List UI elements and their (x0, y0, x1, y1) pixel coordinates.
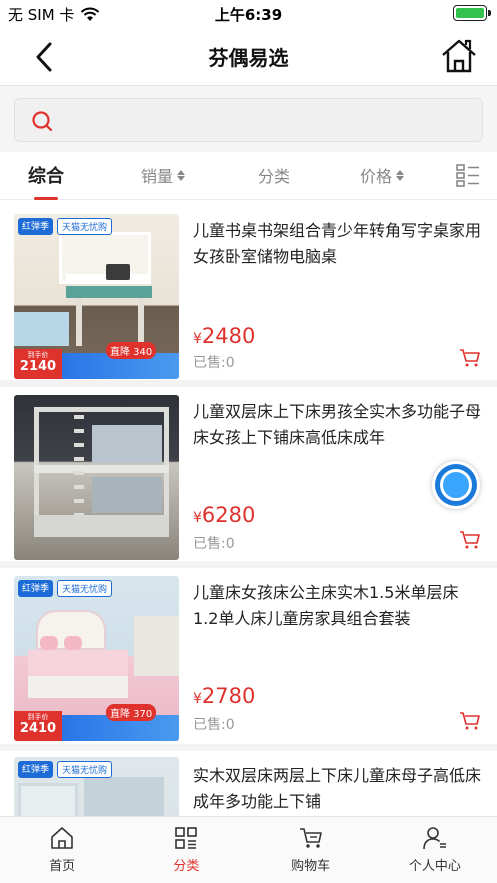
service-badge: 天猫无忧购 (57, 580, 113, 597)
sort-arrows-icon (396, 169, 405, 181)
sold-count: 已售:0 (193, 717, 235, 733)
sold-count: 已售:0 (193, 536, 235, 552)
product-image[interactable]: 红弹季 天猫无忧购 直降 370 到手价 2410 (14, 576, 179, 741)
product-title[interactable]: 实木双层床两层上下床儿童床母子高低床成年多功能上下铺 (193, 763, 483, 815)
category-icon (175, 827, 198, 849)
tabbar-item-home[interactable]: 首页 (0, 817, 124, 883)
sort-arrows-icon (177, 169, 186, 181)
nav-bar: 芬偶易选 (0, 28, 497, 86)
product-image[interactable] (14, 395, 179, 560)
add-to-cart-icon[interactable] (459, 348, 481, 368)
tabbar-label: 分类 (173, 859, 200, 874)
add-to-cart-icon[interactable] (459, 711, 481, 731)
house-icon (442, 39, 476, 73)
tabbar-item-category[interactable]: 分类 (124, 817, 248, 883)
product-card[interactable]: 红弹季 天猫无忧购 直降 370 到手价 2410 儿童床女孩床公主床实木1.5… (0, 568, 497, 751)
tabbar-label: 购物车 (291, 859, 331, 874)
circle-icon (440, 469, 472, 501)
search-icon (32, 111, 53, 132)
product-title[interactable]: 儿童书桌书架组合青少年转角写字桌家用女孩卧室储物电脑桌 (193, 218, 483, 270)
search-box[interactable] (14, 98, 483, 142)
promo-price-badge: 到手价 2410 (14, 711, 62, 741)
product-image[interactable]: 红弹季 天猫无忧购 (14, 757, 179, 816)
search-bar (0, 86, 497, 152)
profile-icon (423, 827, 446, 850)
tabbar-item-cart[interactable]: 购物车 (249, 817, 373, 883)
product-card[interactable]: 儿童双层床上下床男孩全实木多功能子母床女孩上下铺床高低床成年 ¥6280 已售:… (0, 387, 497, 568)
tabbar-label: 首页 (49, 859, 76, 874)
status-bar: 无 SIM 卡 上午6:39 (0, 0, 497, 28)
promo-price-badge: 到手价 2140 (14, 349, 62, 379)
product-price: ¥6280 (193, 503, 256, 527)
chevron-left-icon (36, 42, 52, 72)
bottom-tab-bar: 首页 分类 购物车 个人中心 (0, 816, 497, 883)
product-price: ¥2480 (193, 324, 256, 348)
product-card[interactable]: 红弹季 天猫无忧购 实木双层床两层上下床儿童床母子高低床成年多功能上下铺 (0, 751, 497, 816)
sold-count: 已售:0 (193, 355, 235, 371)
tab-label: 综合 (28, 166, 64, 187)
tabbar-item-profile[interactable]: 个人中心 (373, 817, 497, 883)
tabbar-label: 个人中心 (408, 859, 461, 874)
promo-badge: 红弹季 (18, 218, 54, 235)
tab-label: 销量 (141, 167, 174, 186)
tab-label: 分类 (258, 167, 291, 186)
tab-label: 价格 (360, 167, 393, 186)
back-button[interactable] (30, 40, 70, 74)
floating-assistive-button[interactable] (432, 461, 480, 509)
product-title[interactable]: 儿童双层床上下床男孩全实木多功能子母床女孩上下铺床高低床成年 (193, 399, 483, 451)
status-time: 上午6:39 (214, 6, 283, 24)
search-input[interactable] (63, 107, 463, 135)
tab-comprehensive[interactable]: 综合 (28, 152, 64, 200)
product-list: 红弹季 天猫无忧购 直降 340 到手价 2140 儿童书桌书架组合青少年转角写… (0, 200, 497, 816)
tab-category[interactable]: 分类 (258, 152, 290, 198)
page-title: 芬偶易选 (208, 46, 289, 70)
layout-toggle-icon[interactable] (455, 162, 481, 188)
battery-group (453, 5, 491, 21)
promo-badge: 红弹季 (18, 761, 54, 778)
cart-icon (299, 828, 322, 848)
product-price: ¥2780 (193, 684, 256, 708)
tab-sales[interactable]: 销量 (141, 152, 186, 198)
add-to-cart-icon[interactable] (459, 530, 481, 550)
battery-icon (453, 5, 491, 21)
home-icon (51, 827, 73, 849)
product-image[interactable]: 红弹季 天猫无忧购 直降 340 到手价 2140 (14, 214, 179, 379)
price-drop-badge: 直降 340 (106, 342, 157, 359)
service-badge: 天猫无忧购 (57, 218, 113, 235)
promo-badge: 红弹季 (18, 580, 54, 597)
price-drop-badge: 直降 370 (106, 704, 157, 721)
filter-tabs: 综合 销量 分类 价格 (0, 152, 497, 200)
home-button[interactable] (439, 36, 479, 76)
product-card[interactable]: 红弹季 天猫无忧购 直降 340 到手价 2140 儿童书桌书架组合青少年转角写… (0, 200, 497, 387)
tab-price[interactable]: 价格 (360, 152, 405, 198)
product-title[interactable]: 儿童床女孩床公主床实木1.5米单层床1.2单人床儿童房家具组合套装 (193, 580, 483, 632)
service-badge: 天猫无忧购 (57, 761, 113, 778)
